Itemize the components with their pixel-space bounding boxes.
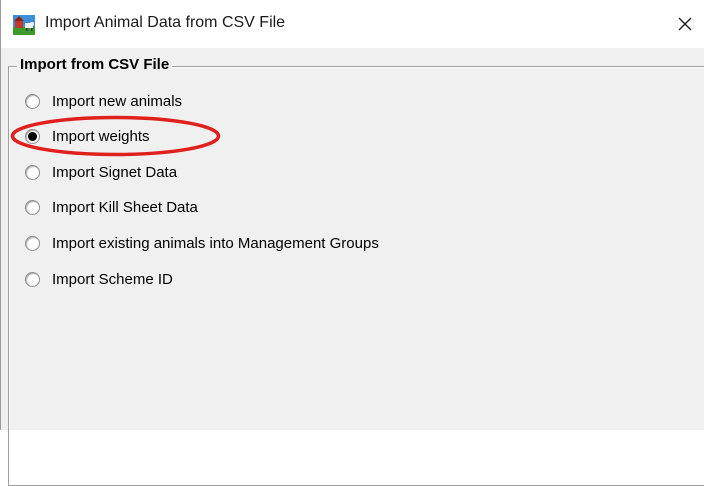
groupbox-legend: Import from CSV File <box>17 56 173 73</box>
option-label: Import existing animals into Management … <box>52 234 379 252</box>
option-import-existing-animals-groups[interactable]: Import existing animals into Management … <box>25 232 379 254</box>
close-icon <box>678 17 692 31</box>
radio-button-selected[interactable] <box>25 128 40 144</box>
radio-button[interactable] <box>25 199 40 215</box>
farm-app-icon <box>13 15 35 35</box>
option-import-new-animals[interactable]: Import new animals <box>25 90 182 112</box>
option-import-kill-sheet-data[interactable]: Import Kill Sheet Data <box>25 196 198 218</box>
option-import-scheme-id[interactable]: Import Scheme ID <box>25 268 173 290</box>
radio-button[interactable] <box>25 271 40 287</box>
option-import-signet-data[interactable]: Import Signet Data <box>25 161 177 183</box>
title-bar[interactable]: Import Animal Data from CSV File <box>1 0 704 48</box>
radio-button[interactable] <box>25 93 40 109</box>
option-label: Import new animals <box>52 92 183 110</box>
option-import-weights[interactable]: Import weights <box>25 125 150 147</box>
import-dialog-window: Import Animal Data from CSV File Import … <box>0 0 704 486</box>
radio-button[interactable] <box>25 164 40 180</box>
close-button[interactable] <box>665 6 704 42</box>
dialog-client-area: Import from CSV File Import new animals … <box>1 48 704 486</box>
option-label: Import weights <box>52 127 150 145</box>
option-label: Import Kill Sheet Data <box>52 198 198 216</box>
window-title: Import Animal Data from CSV File <box>45 14 286 31</box>
radio-button[interactable] <box>25 235 40 251</box>
option-label: Import Signet Data <box>52 163 178 181</box>
option-label: Import Scheme ID <box>52 270 173 288</box>
